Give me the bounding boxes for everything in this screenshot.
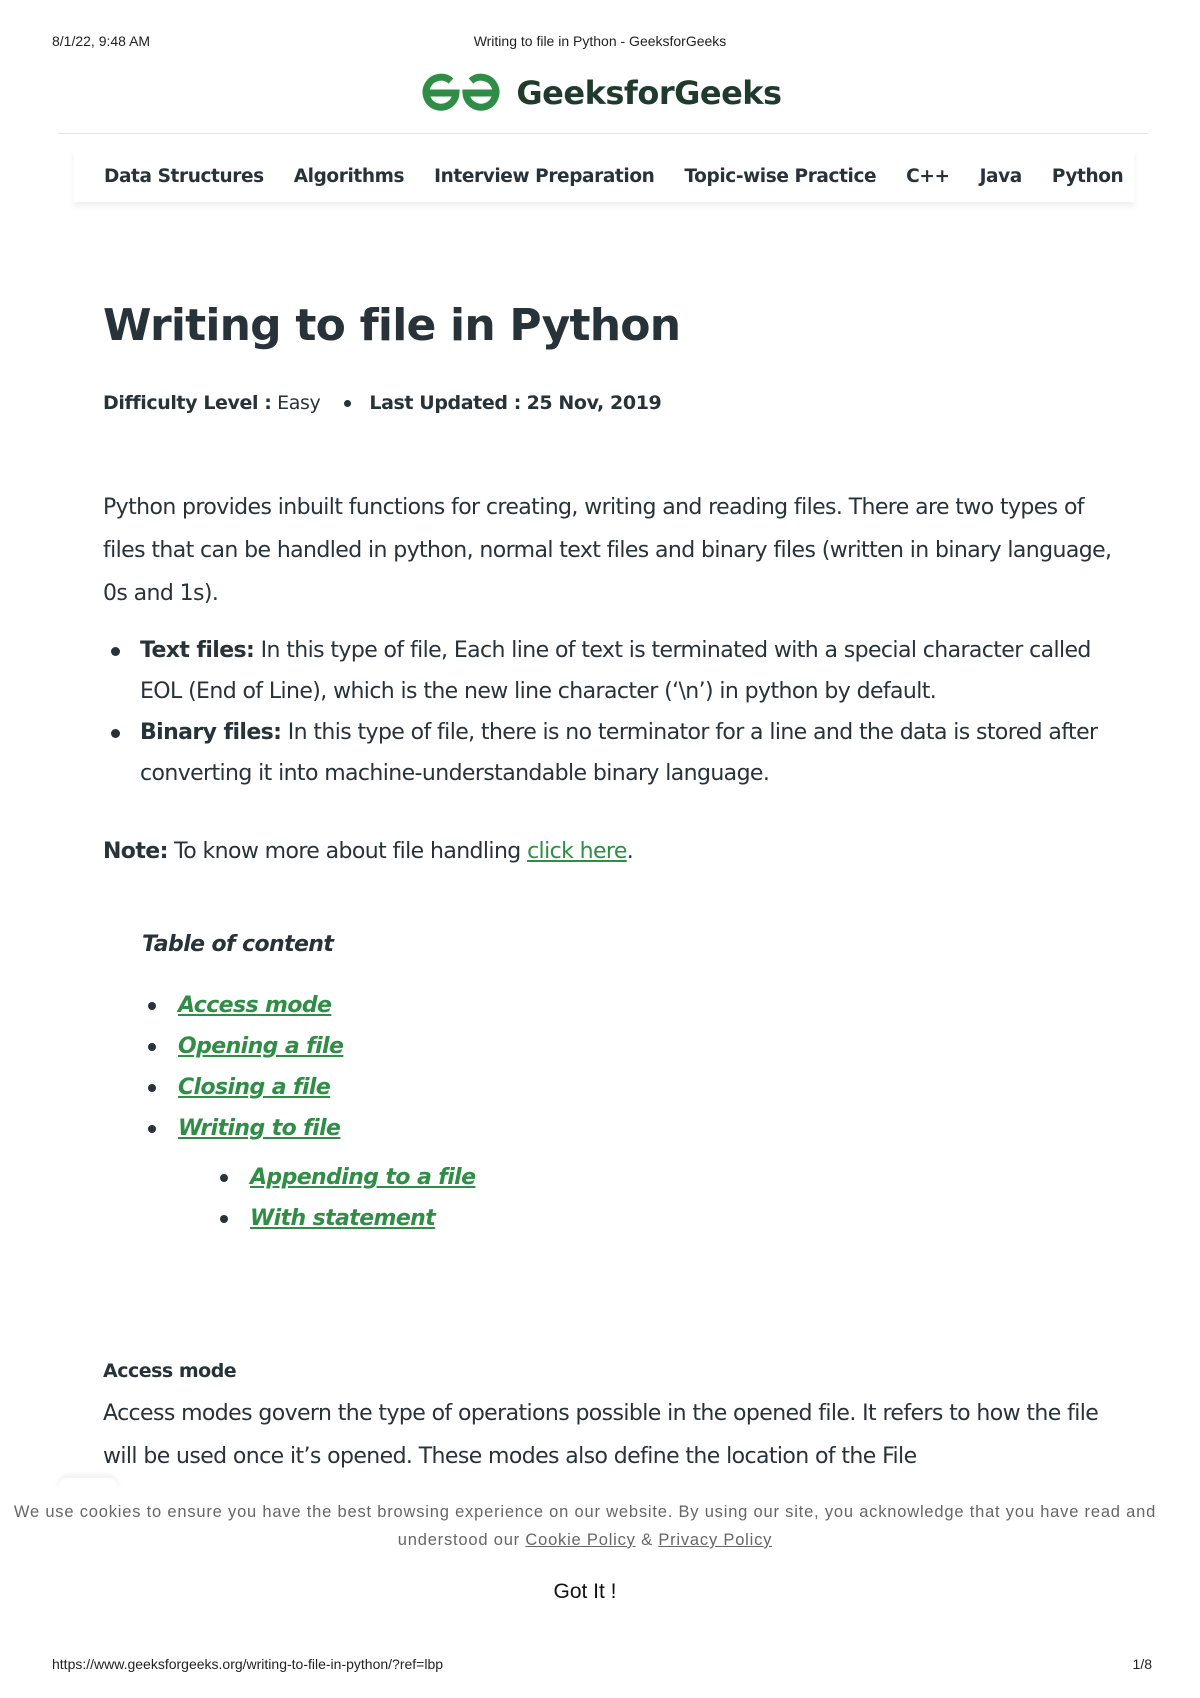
- last-updated-label: Last Updated :: [369, 392, 521, 414]
- meta-separator: [344, 399, 352, 407]
- toc-item: Opening a file: [142, 1026, 475, 1067]
- toc-link-access-mode[interactable]: Access mode: [178, 993, 332, 1018]
- main-nav: Data Structures Algorithms Interview Pre…: [74, 150, 1134, 202]
- note-end: .: [626, 839, 634, 864]
- toc-title: Table of content: [142, 932, 334, 957]
- bullet-text: In this type of file, there is no termin…: [140, 720, 1098, 786]
- toc-sublist: Appending to a file With statement: [178, 1157, 476, 1239]
- file-types-list: Text files: In this type of file, Each l…: [103, 630, 1113, 794]
- toc-link-opening-a-file[interactable]: Opening a file: [178, 1034, 344, 1059]
- difficulty-value: Easy: [277, 392, 321, 414]
- nav-item-cpp[interactable]: C++: [906, 166, 950, 187]
- toc-link-writing-to-file[interactable]: Writing to file: [178, 1116, 341, 1141]
- print-page-number: 1/8: [1132, 1656, 1152, 1672]
- cookie-banner: We use cookies to ensure you have the be…: [0, 1488, 1200, 1628]
- cookie-amp: &: [635, 1531, 659, 1549]
- toc-link-closing-a-file[interactable]: Closing a file: [178, 1075, 331, 1100]
- file-handling-link[interactable]: click here: [527, 839, 627, 864]
- section-heading-access-mode: Access mode: [103, 1360, 237, 1382]
- note-paragraph: Note: To know more about file handling c…: [103, 830, 1113, 873]
- gfg-logo-icon: [422, 73, 500, 111]
- nav-item-java[interactable]: Java: [980, 166, 1023, 187]
- intro-paragraph: Python provides inbuilt functions for cr…: [103, 495, 1112, 606]
- note-label: Note:: [103, 839, 168, 864]
- cookie-message: We use cookies to ensure you have the be…: [0, 1498, 1170, 1554]
- site-logo[interactable]: GeeksforGeeks: [0, 70, 1200, 116]
- nav-item-data-structures[interactable]: Data Structures: [104, 166, 264, 187]
- bullet-term: Text files:: [140, 638, 255, 663]
- toc-subitem: Appending to a file: [214, 1157, 476, 1198]
- privacy-policy-link[interactable]: Privacy Policy: [658, 1531, 772, 1549]
- last-updated-value: 25 Nov, 2019: [526, 392, 662, 414]
- list-item: Binary files: In this type of file, ther…: [103, 712, 1113, 794]
- table-of-contents: Access mode Opening a file Closing a fil…: [142, 985, 476, 1239]
- toc-link-with-statement[interactable]: With statement: [250, 1206, 436, 1231]
- toc-item: Closing a file: [142, 1067, 475, 1108]
- toc-item: Access mode: [142, 985, 475, 1026]
- toc-subitem: With statement: [214, 1198, 475, 1239]
- nav-item-topic-wise-practice[interactable]: Topic-wise Practice: [684, 166, 876, 187]
- bullet-text: In this type of file, Each line of text …: [140, 638, 1091, 704]
- toc-item: Writing to file Appending to a file With…: [142, 1108, 476, 1239]
- print-page-title: Writing to file in Python - GeeksforGeek…: [473, 33, 727, 49]
- nav-item-python[interactable]: Python: [1052, 166, 1124, 187]
- difficulty-label: Difficulty Level :: [103, 392, 272, 414]
- section-paragraph: Access modes govern the type of operatio…: [103, 1401, 1099, 1469]
- nav-item-algorithms[interactable]: Algorithms: [294, 166, 405, 187]
- list-item: Text files: In this type of file, Each l…: [103, 630, 1113, 712]
- got-it-row: Got It !: [0, 1580, 1170, 1604]
- article-meta: Difficulty Level : Easy Last Updated : 2…: [103, 392, 662, 414]
- note-text: To know more about file handling: [167, 839, 528, 864]
- bullet-term: Binary files:: [140, 720, 282, 745]
- header-divider: [58, 133, 1148, 134]
- print-header: 8/1/22, 9:48 AM Writing to file in Pytho…: [0, 33, 1200, 53]
- site-logo-text: GeeksforGeeks: [516, 74, 782, 112]
- print-footer: https://www.geeksforgeeks.org/writing-to…: [0, 1656, 1200, 1676]
- nav-item-interview-preparation[interactable]: Interview Preparation: [434, 166, 655, 187]
- toc-link-appending-to-a-file[interactable]: Appending to a file: [250, 1165, 476, 1190]
- article-title: Writing to file in Python: [103, 300, 681, 351]
- cookie-policy-link[interactable]: Cookie Policy: [525, 1531, 635, 1549]
- print-url: https://www.geeksforgeeks.org/writing-to…: [52, 1656, 444, 1672]
- got-it-button[interactable]: Got It !: [553, 1580, 616, 1603]
